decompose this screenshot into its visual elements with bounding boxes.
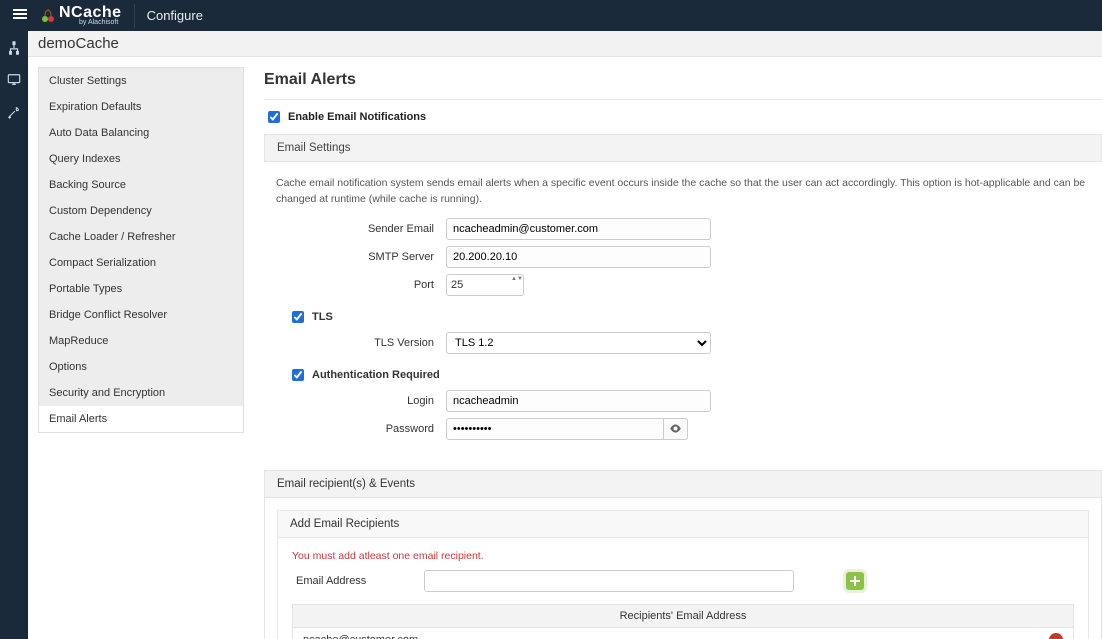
delete-recipient-button[interactable] xyxy=(1049,633,1063,639)
tls-label: TLS xyxy=(312,311,333,323)
recipient-email: ncache@customer.com xyxy=(303,634,1049,639)
recipients-table-header: Recipients' Email Address xyxy=(293,605,1073,628)
section-title: Configure xyxy=(147,8,203,23)
email-address-input[interactable] xyxy=(424,570,794,592)
enable-notifications-label: Enable Email Notifications xyxy=(288,111,426,123)
vendor-name: by Alachisoft xyxy=(79,19,122,26)
sidebar-item-auto-data-balancing[interactable]: Auto Data Balancing xyxy=(39,120,243,146)
sidebar-item-query-indexes[interactable]: Query Indexes xyxy=(39,146,243,172)
auth-required-label: Authentication Required xyxy=(312,369,440,381)
sender-email-label: Sender Email xyxy=(276,223,446,235)
tls-checkbox[interactable] xyxy=(292,311,304,323)
icon-rail xyxy=(0,31,28,639)
show-password-button[interactable] xyxy=(664,418,688,440)
smtp-server-label: SMTP Server xyxy=(276,251,446,263)
email-address-label: Email Address xyxy=(292,575,412,587)
sidebar-item-portable-types[interactable]: Portable Types xyxy=(39,276,243,302)
settings-sidebar: Cluster SettingsExpiration DefaultsAuto … xyxy=(28,57,250,639)
rail-hierarchy-icon[interactable] xyxy=(0,37,28,59)
sidebar-item-security-and-encryption[interactable]: Security and Encryption xyxy=(39,380,243,406)
topbar: NCache by Alachisoft Configure xyxy=(0,0,1102,31)
plus-icon xyxy=(850,576,860,586)
rail-tools-icon[interactable] xyxy=(0,101,28,123)
sidebar-item-cluster-settings[interactable]: Cluster Settings xyxy=(39,68,243,94)
recipients-events-header: Email recipient(s) & Events xyxy=(265,471,1101,498)
cache-name: demoCache xyxy=(38,35,119,52)
divider xyxy=(134,4,135,28)
enable-notifications-checkbox[interactable] xyxy=(268,111,280,123)
sidebar-item-compact-serialization[interactable]: Compact Serialization xyxy=(39,250,243,276)
eye-icon xyxy=(669,422,682,435)
password-input[interactable] xyxy=(446,418,664,440)
rail-monitor-icon[interactable] xyxy=(0,69,28,91)
port-spinner-icon[interactable]: ▲▼ xyxy=(511,276,521,294)
page-title: Email Alerts xyxy=(264,67,1102,100)
port-label: Port xyxy=(276,279,446,291)
settings-description: Cache email notification system sends em… xyxy=(276,172,1090,218)
email-settings-header: Email Settings xyxy=(264,134,1102,162)
auth-required-checkbox[interactable] xyxy=(292,369,304,381)
smtp-server-input[interactable] xyxy=(446,246,711,268)
menu-toggle-button[interactable] xyxy=(8,6,32,25)
content-area: Email Alerts Enable Email Notifications … xyxy=(250,57,1102,639)
tls-version-select[interactable]: TLS 1.2 xyxy=(446,332,711,354)
sidebar-item-backing-source[interactable]: Backing Source xyxy=(39,172,243,198)
recipient-row: ncache@customer.com xyxy=(293,628,1073,639)
port-input[interactable]: 25▲▼ xyxy=(446,274,524,296)
password-label: Password xyxy=(276,423,446,435)
recipients-error: You must add atleast one email recipient… xyxy=(292,548,1074,570)
add-recipients-header: Add Email Recipients xyxy=(278,511,1088,538)
product-logo: NCache by Alachisoft xyxy=(40,5,122,26)
tls-version-label: TLS Version xyxy=(276,337,446,349)
login-input[interactable] xyxy=(446,390,711,412)
sidebar-item-cache-loader-refresher[interactable]: Cache Loader / Refresher xyxy=(39,224,243,250)
sidebar-item-options[interactable]: Options xyxy=(39,354,243,380)
sidebar-item-custom-dependency[interactable]: Custom Dependency xyxy=(39,198,243,224)
sidebar-item-expiration-defaults[interactable]: Expiration Defaults xyxy=(39,94,243,120)
sidebar-item-bridge-conflict-resolver[interactable]: Bridge Conflict Resolver xyxy=(39,302,243,328)
add-recipient-button[interactable] xyxy=(846,572,864,590)
sidebar-item-email-alerts[interactable]: Email Alerts xyxy=(39,406,243,432)
login-label: Login xyxy=(276,395,446,407)
breadcrumb-bar: demoCache xyxy=(28,31,1102,57)
sidebar-item-mapreduce[interactable]: MapReduce xyxy=(39,328,243,354)
sender-email-input[interactable] xyxy=(446,218,711,240)
